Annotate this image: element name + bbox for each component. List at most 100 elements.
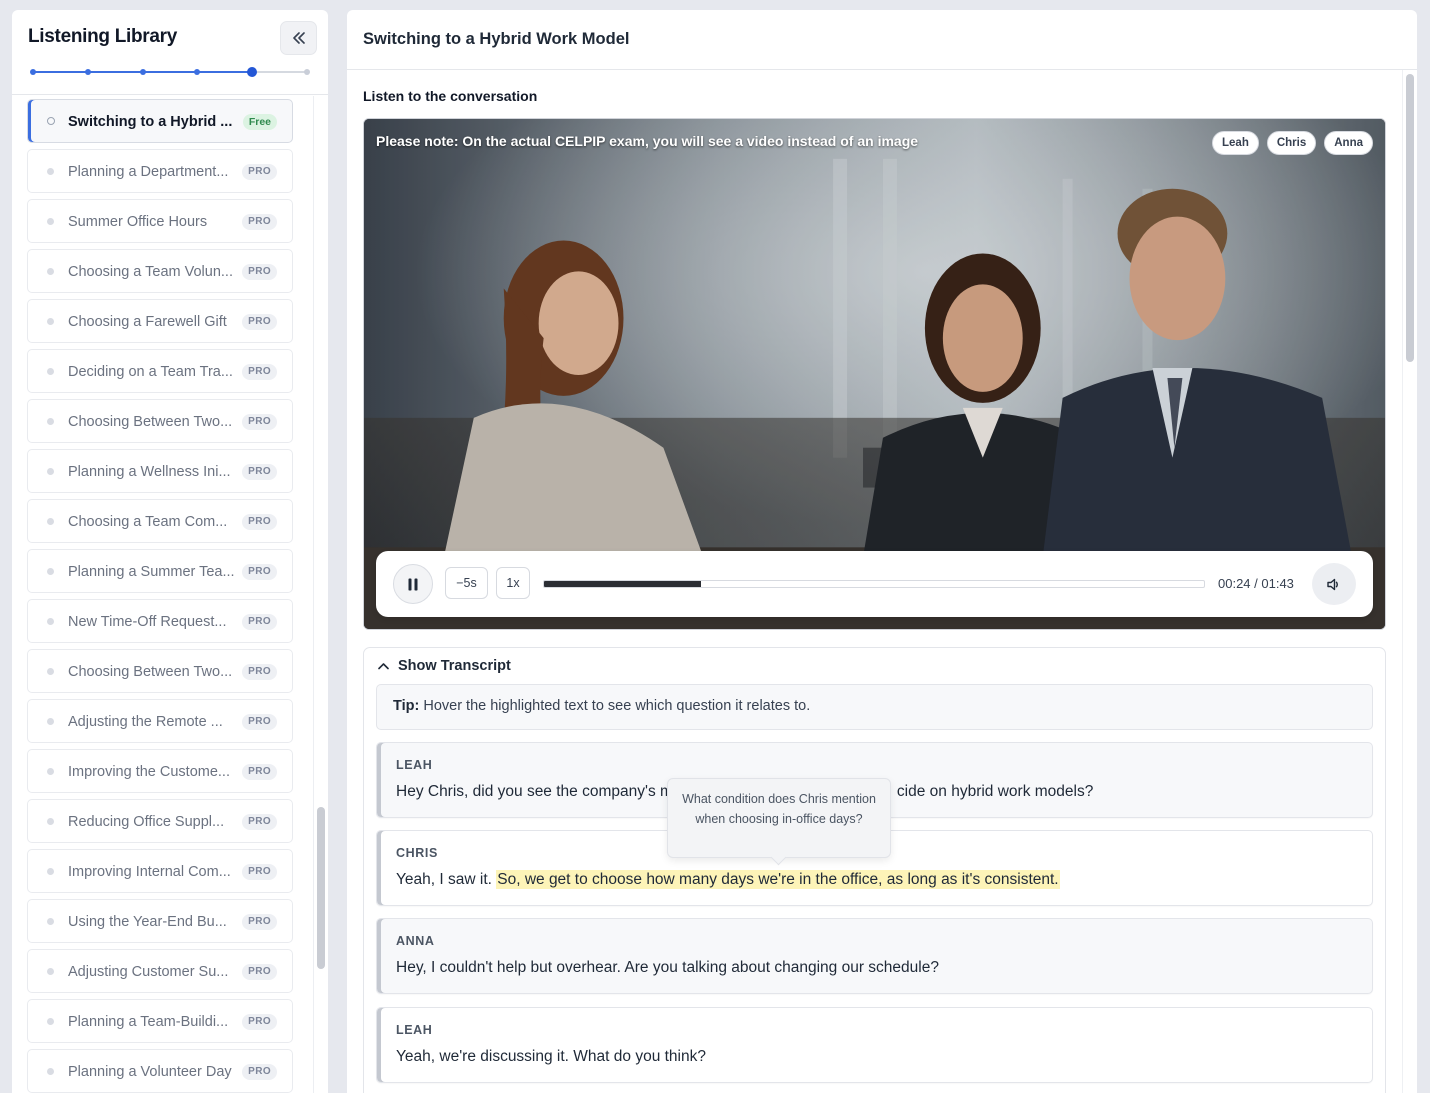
collapse-sidebar-button[interactable] — [280, 21, 317, 55]
lesson-item[interactable]: Adjusting the Remote ... PRO — [27, 699, 293, 743]
library-progress-stepper — [30, 66, 310, 78]
progress-connector — [197, 71, 253, 73]
lesson-title: Planning a Summer Tea... — [68, 564, 235, 580]
lesson-status-dot — [47, 418, 54, 425]
lesson-item[interactable]: Improving Internal Com... PRO — [27, 849, 293, 893]
double-chevron-left-icon — [292, 32, 305, 44]
lesson-item[interactable]: Planning a Wellness Ini... PRO — [27, 449, 293, 493]
video-player: Please note: On the actual CELPIP exam, … — [363, 118, 1386, 630]
progress-step[interactable] — [247, 67, 258, 77]
lesson-status-dot — [47, 718, 54, 725]
lesson-title: Adjusting the Remote ... — [68, 714, 223, 730]
pause-button[interactable] — [393, 564, 433, 604]
progress-connector — [142, 71, 198, 73]
lesson-item[interactable]: Summer Office Hours PRO — [27, 199, 293, 243]
progress-step[interactable] — [30, 69, 36, 75]
speaker-chip[interactable]: Chris — [1266, 131, 1317, 155]
lesson-item[interactable]: Choosing a Farewell Gift PRO — [27, 299, 293, 343]
sidebar-header: Listening Library — [12, 10, 328, 95]
lesson-status-dot — [47, 618, 54, 625]
lesson-status-dot — [47, 268, 54, 275]
lesson-status-dot — [47, 868, 54, 875]
lesson-header: Switching to a Hybrid Work Model — [347, 10, 1417, 70]
lesson-item[interactable]: Switching to a Hybrid ... Free — [27, 99, 293, 143]
seek-bar[interactable] — [543, 580, 1205, 588]
sidebar-scrollbar[interactable] — [317, 807, 325, 969]
tip-text: Hover the highlighted text to see which … — [419, 698, 811, 714]
lesson-item[interactable]: Choosing a Team Com... PRO — [27, 499, 293, 543]
show-transcript-toggle[interactable]: Show Transcript — [378, 658, 511, 674]
lesson-title: Planning a Team-Buildi... — [68, 1014, 229, 1030]
lesson-item[interactable]: Reducing Office Suppl... PRO — [27, 799, 293, 843]
lesson-title: New Time-Off Request... — [68, 614, 227, 630]
progress-step[interactable] — [84, 69, 91, 75]
turn-text-part: Yeah, I saw it. — [396, 871, 497, 888]
question-highlight[interactable]: So, we get to choose how many days we're… — [496, 870, 1060, 889]
turn-speaker: LEAH — [396, 1023, 433, 1037]
progress-step[interactable] — [139, 69, 146, 75]
lesson-status-dot — [47, 518, 54, 525]
lesson-item[interactable]: Planning a Volunteer Day PRO — [27, 1049, 293, 1093]
playback-time: 00:24 / 01:43 — [1218, 576, 1294, 591]
speaker-chip[interactable]: Leah — [1212, 131, 1259, 155]
lesson-item[interactable]: Choosing Between Two... PRO — [27, 649, 293, 693]
lesson-badge: PRO — [242, 964, 277, 980]
lesson-status-dot — [47, 668, 54, 675]
lesson-status-dot — [47, 168, 54, 175]
transcript-turn: ANNA Hey, I couldn't help but overhear. … — [376, 918, 1373, 994]
lesson-badge: Free — [242, 114, 277, 130]
lesson-item[interactable]: Planning a Team-Buildi... PRO — [27, 999, 293, 1043]
lesson-item[interactable]: New Time-Off Request... PRO — [27, 599, 293, 643]
lesson-badge: PRO — [242, 214, 277, 230]
lesson-title: Choosing a Team Volun... — [68, 264, 233, 280]
lesson-item[interactable]: Choosing a Team Volun... PRO — [27, 249, 293, 293]
speaker-chip[interactable]: Anna — [1324, 131, 1373, 155]
lesson-status-dot — [47, 218, 54, 225]
progress-connector — [87, 71, 143, 73]
lesson-badge: PRO — [242, 364, 277, 380]
progress-step[interactable] — [304, 69, 310, 75]
lesson-title: Switching to a Hybrid ... — [68, 114, 233, 130]
lesson-item[interactable]: Using the Year-End Bu... PRO — [27, 899, 293, 943]
lesson-title: Choosing Between Two... — [68, 414, 233, 430]
lesson-title: Improving the Custome... — [68, 764, 230, 780]
turn-speaker: ANNA — [396, 934, 435, 948]
lesson-badge: PRO — [242, 614, 277, 630]
lesson-title: Planning a Department... — [68, 164, 229, 180]
lesson-title: Planning a Volunteer Day — [68, 1064, 232, 1080]
lesson-item[interactable]: Improving the Custome... PRO — [27, 749, 293, 793]
lesson-badge: PRO — [242, 1014, 277, 1030]
volume-button[interactable] — [1312, 563, 1356, 605]
progress-step[interactable] — [194, 69, 201, 75]
lesson-item[interactable]: Deciding on a Team Tra... PRO — [27, 349, 293, 393]
lesson-status-dot — [47, 968, 54, 975]
playback-speed-button[interactable]: 1x — [496, 567, 530, 599]
lesson-status-dot — [47, 918, 54, 925]
lesson-status-dot — [47, 318, 54, 325]
tip-label: Tip: — [393, 698, 420, 714]
lesson-status-dot — [47, 368, 54, 375]
lesson-title: Choosing a Team Com... — [68, 514, 228, 530]
lesson-badge: PRO — [242, 464, 277, 480]
lesson-badge: PRO — [242, 864, 277, 880]
lesson-badge: PRO — [242, 1064, 277, 1080]
sidebar-title: Listening Library — [28, 26, 178, 47]
speaker-volume-icon — [1327, 578, 1338, 590]
transcript-panel: Show Transcript Tip: Hover the highlight… — [363, 647, 1386, 1093]
lesson-item[interactable]: Adjusting Customer Su... PRO — [27, 949, 293, 993]
lesson-badge: PRO — [242, 164, 277, 180]
lesson-item[interactable]: Choosing Between Two... PRO — [27, 399, 293, 443]
lesson-badge: PRO — [242, 414, 277, 430]
lesson-item[interactable]: Planning a Department... PRO — [27, 149, 293, 193]
lesson-badge: PRO — [242, 914, 277, 930]
lesson-title: Reducing Office Suppl... — [68, 814, 225, 830]
rewind-5s-button[interactable]: −5s — [445, 567, 488, 599]
lesson-title: Switching to a Hybrid Work Model — [363, 30, 630, 48]
lesson-status-dot — [47, 468, 54, 475]
lesson-title: Planning a Wellness Ini... — [68, 464, 231, 480]
turn-speaker: CHRIS — [396, 846, 438, 860]
speaker-chips: Leah Chris Anna — [1212, 131, 1373, 155]
lesson-item[interactable]: Planning a Summer Tea... PRO — [27, 549, 293, 593]
progress-connector — [33, 71, 88, 73]
main-scrollbar[interactable] — [1406, 74, 1414, 362]
